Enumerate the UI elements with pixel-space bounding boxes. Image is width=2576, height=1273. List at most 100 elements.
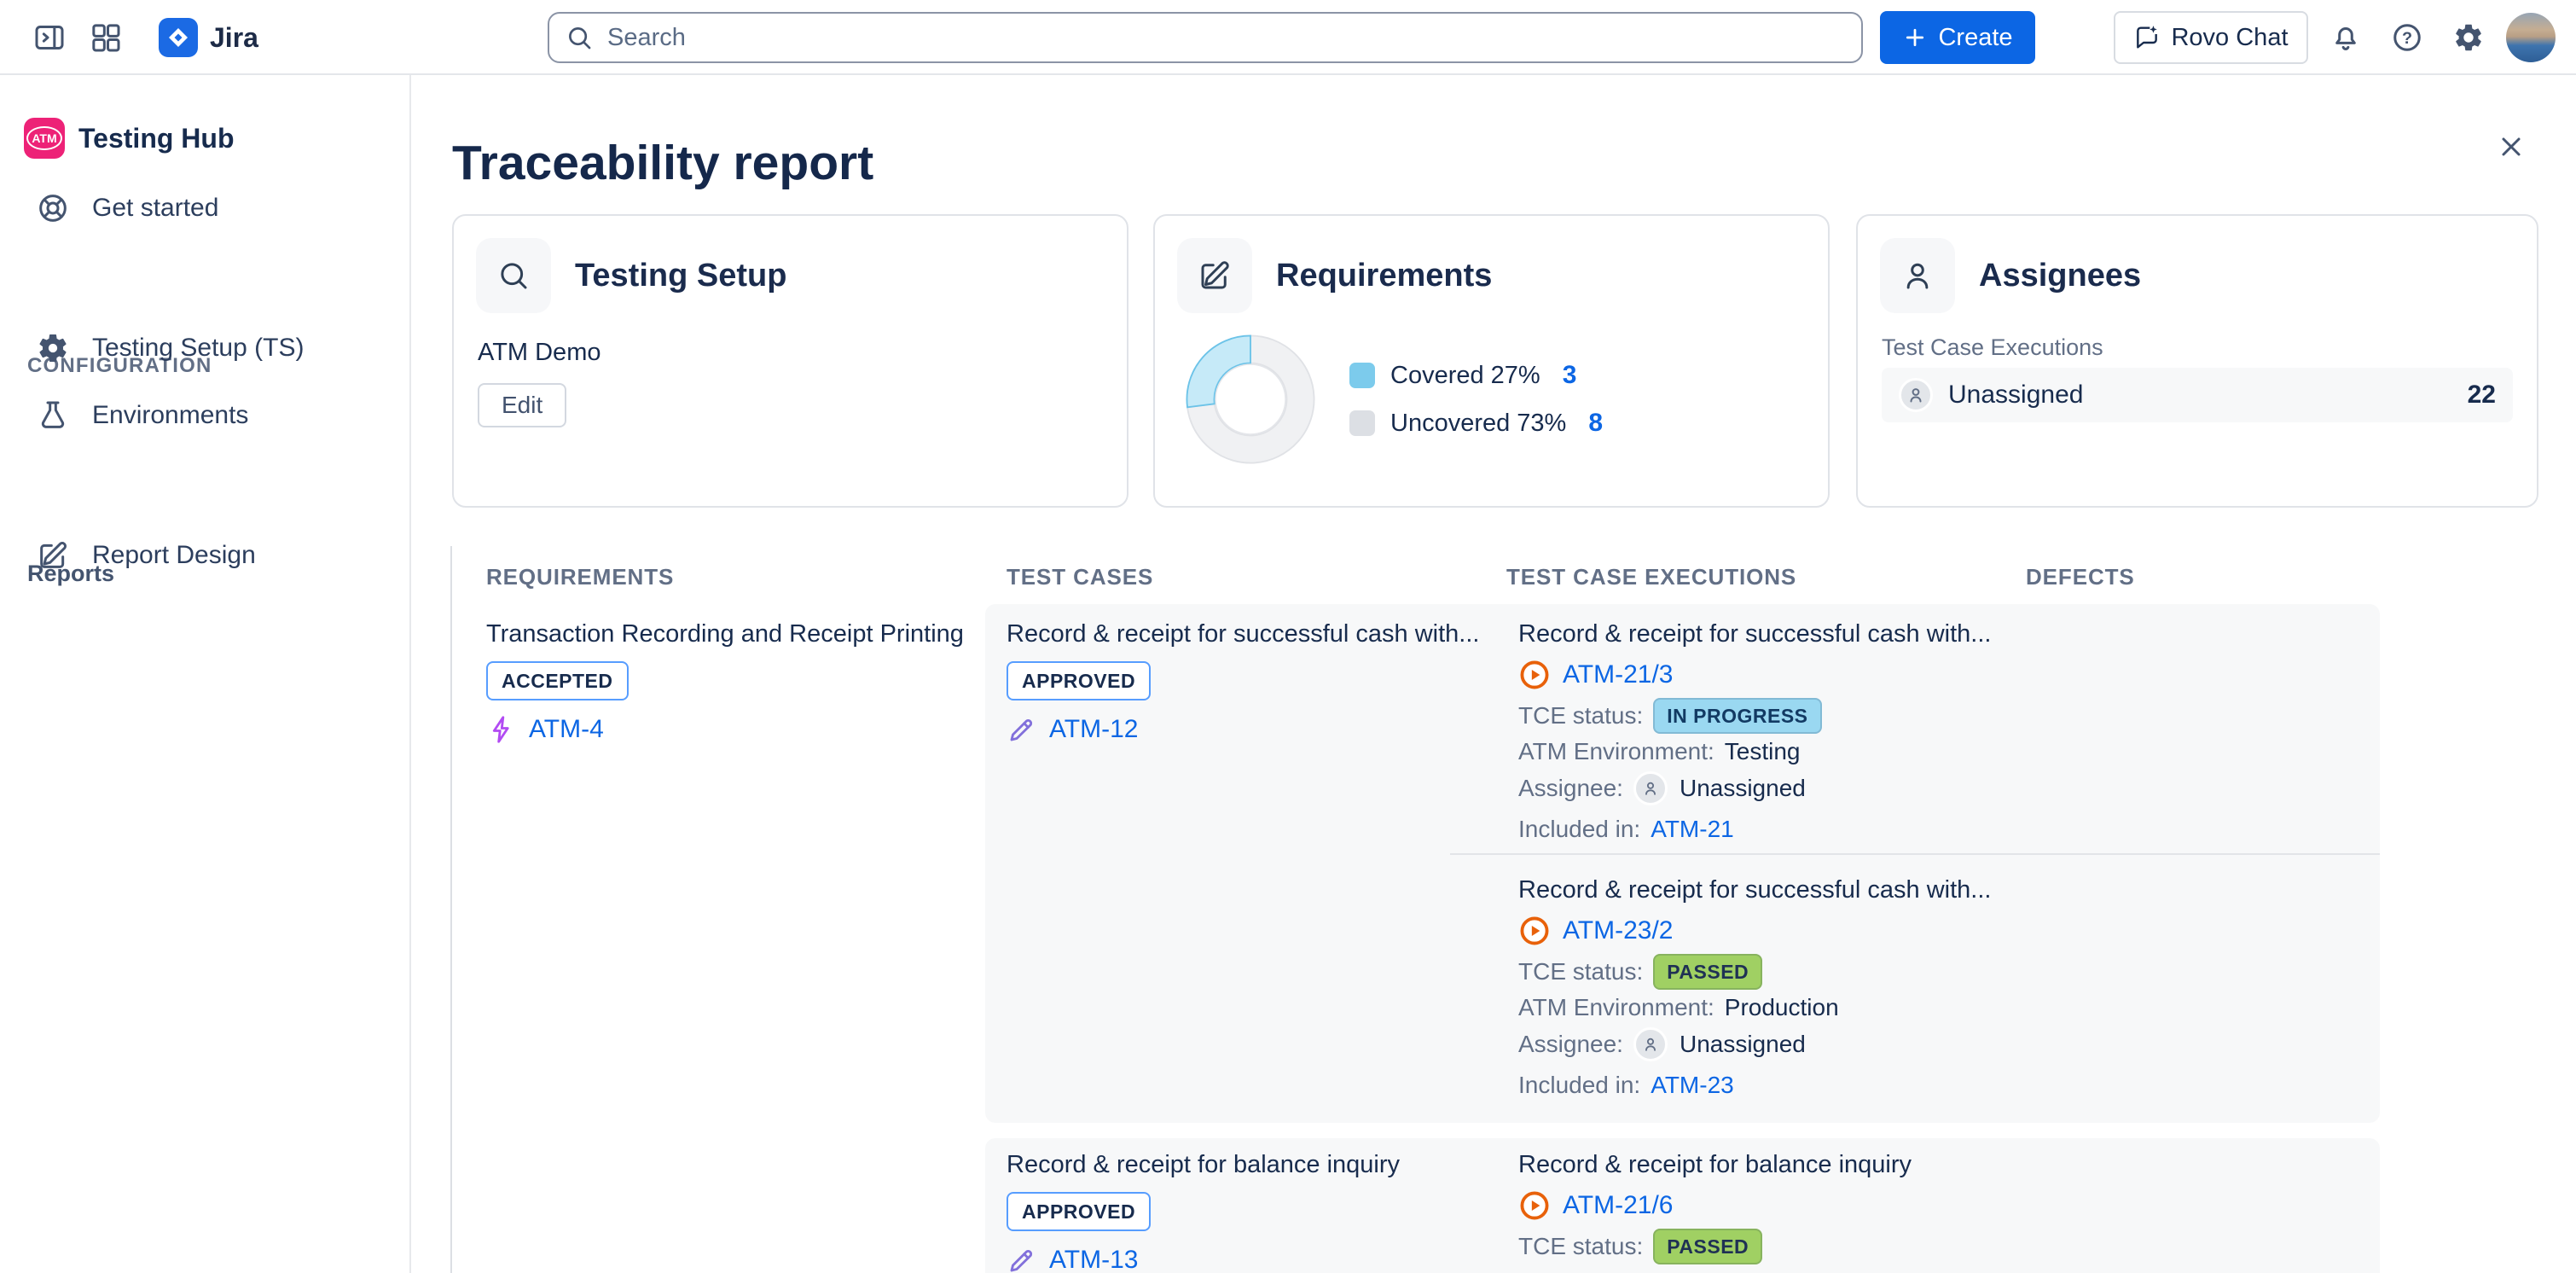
play-circle-icon (1518, 1189, 1551, 1222)
sidebar-item-testing-setup[interactable]: Testing Setup (TS) (0, 321, 409, 375)
sidebar-app-header: ATM Testing Hub (24, 118, 235, 159)
app-name: Testing Hub (78, 123, 235, 154)
uncovered-count-link[interactable]: 8 (1588, 409, 1603, 438)
assignee-count: 22 (2468, 381, 2496, 410)
page-title: Traceability report (452, 135, 873, 191)
execution-block: Record & receipt for balance inquiry ATM… (1518, 1149, 2363, 1273)
test-case-status-badge: APPROVED (1007, 1192, 1151, 1231)
help-icon[interactable]: ? (2387, 17, 2428, 58)
column-header-requirements: REQUIREMENTS (486, 561, 674, 592)
jira-testing-hub-app: Jira Create Rovo Chat (0, 0, 2576, 1273)
notifications-bell-icon[interactable] (2325, 17, 2366, 58)
execution-assignee-line: Assignee: Unassigned (1518, 1025, 2363, 1064)
edit-button[interactable]: Edit (478, 383, 566, 427)
product-name: Jira (210, 22, 258, 54)
requirement-cell: Transaction Recording and Receipt Printi… (486, 619, 977, 748)
table-left-border (450, 546, 452, 1273)
legend-row-covered: Covered 27% 3 (1349, 357, 1603, 394)
execution-status-line: TCE status: PASSED (1518, 1228, 2363, 1265)
sidebar-item-get-started[interactable]: Get started (0, 181, 409, 235)
edit-square-tile-icon (1177, 238, 1252, 313)
assignees-card-title: Assignees (1979, 238, 2141, 313)
testing-hub-app-icon: ATM (24, 118, 65, 159)
execution-title: Record & receipt for successful cash wit… (1518, 875, 2363, 905)
top-navbar: Jira Create Rovo Chat (0, 0, 2576, 75)
search-tile-icon (476, 238, 551, 313)
user-avatar[interactable] (2506, 13, 2556, 62)
execution-included-line: Included in: ATM-23 (1518, 1067, 2363, 1103)
included-in-link[interactable]: ATM-23 (1651, 1072, 1734, 1099)
test-case-cell: Record & receipt for successful cash wit… (1007, 619, 1488, 748)
test-case-title: Record & receipt for successful cash wit… (1007, 619, 1488, 649)
test-case-cell: Record & receipt for balance inquiry APP… (1007, 1149, 1488, 1273)
rovo-chat-button[interactable]: Rovo Chat (2114, 11, 2308, 64)
execution-separator (1450, 853, 2380, 855)
unassigned-avatar-icon (1633, 1027, 1668, 1061)
assignees-subtitle: Test Case Executions (1882, 334, 2103, 361)
execution-block: Record & receipt for successful cash wit… (1518, 875, 2363, 1103)
execution-key-row: ATM-21/3 (1518, 656, 2363, 694)
assignees-card: Assignees Test Case Executions Unassigne… (1856, 214, 2538, 508)
search-input[interactable] (548, 12, 1863, 63)
execution-assignee-line: Assignee: Unassigned (1518, 769, 2363, 808)
execution-block: Record & receipt for successful cash wit… (1518, 619, 2363, 847)
gear-icon (36, 331, 70, 365)
execution-environment-line: ATM Environment: Testing (1518, 735, 2363, 769)
requirements-card-title: Requirements (1276, 238, 1492, 313)
close-report-button[interactable] (2489, 125, 2533, 169)
test-case-key-link[interactable]: ATM-12 (1049, 715, 1138, 744)
execution-status-line: TCE status: PASSED (1518, 953, 2363, 991)
execution-title: Record & receipt for successful cash wit… (1518, 619, 2363, 649)
pencil-icon (1007, 1245, 1037, 1273)
requirement-key-link[interactable]: ATM-4 (529, 715, 604, 744)
jira-home-link[interactable]: Jira (159, 0, 258, 75)
sidebar-item-report-design[interactable]: Report Design (0, 528, 409, 583)
status-badge: PASSED (1653, 954, 1762, 990)
assignee-row-unassigned[interactable]: Unassigned 22 (1882, 368, 2513, 422)
execution-key-link[interactable]: ATM-21/6 (1563, 1191, 1673, 1220)
execution-environment-line: ATM Environment: Testing (1518, 1265, 2363, 1273)
legend-row-uncovered: Uncovered 73% 8 (1349, 404, 1603, 442)
requirement-key-row: ATM-4 (486, 711, 977, 748)
plus-icon (1902, 25, 1928, 50)
execution-key-link[interactable]: ATM-23/2 (1563, 916, 1673, 945)
coverage-donut-chart (1181, 329, 1320, 469)
execution-status-line: TCE status: IN PROGRESS (1518, 697, 2363, 735)
flask-icon (36, 398, 70, 433)
play-circle-icon (1518, 659, 1551, 691)
testing-setup-project: ATM Demo (478, 339, 600, 367)
jira-logo-icon (159, 18, 198, 57)
requirement-status-badge: ACCEPTED (486, 661, 629, 700)
testing-setup-card-title: Testing Setup (575, 238, 786, 313)
global-search (548, 12, 1863, 63)
execution-key-row: ATM-23/2 (1518, 912, 2363, 950)
status-badge: PASSED (1653, 1229, 1762, 1264)
sidebar-item-environments[interactable]: Environments (0, 388, 409, 443)
test-case-status-badge: APPROVED (1007, 661, 1151, 700)
column-header-test-cases: TEST CASES (1007, 561, 1153, 592)
execution-key-link[interactable]: ATM-21/3 (1563, 660, 1673, 689)
column-header-defects: DEFECTS (2026, 561, 2135, 592)
edit-square-icon (36, 538, 70, 573)
lightning-bolt-icon (486, 714, 517, 745)
status-badge: IN PROGRESS (1653, 698, 1821, 734)
execution-included-line: Included in: ATM-21 (1518, 811, 2363, 847)
execution-title: Record & receipt for balance inquiry (1518, 1149, 2363, 1180)
covered-count-link[interactable]: 3 (1563, 361, 1577, 390)
execution-environment-line: ATM Environment: Production (1518, 991, 2363, 1025)
app-switcher-icon[interactable] (85, 17, 126, 58)
settings-gear-icon[interactable] (2448, 17, 2489, 58)
requirements-card: Requirements Covered 27% 3 Uncovered 73%… (1153, 214, 1830, 508)
lifebuoy-icon (36, 191, 70, 225)
sidebar-collapse-icon[interactable] (29, 17, 70, 58)
included-in-link[interactable]: ATM-21 (1651, 816, 1734, 843)
execution-key-row: ATM-21/6 (1518, 1187, 2363, 1224)
close-icon (2496, 131, 2527, 162)
sidebar: ATM Testing Hub Get started CONFIGURATIO… (0, 75, 411, 1273)
requirement-title: Transaction Recording and Receipt Printi… (486, 619, 977, 649)
test-case-key-link[interactable]: ATM-13 (1049, 1246, 1138, 1273)
testing-setup-card: Testing Setup ATM Demo Edit (452, 214, 1128, 508)
create-button[interactable]: Create (1880, 11, 2035, 64)
coverage-legend: Covered 27% 3 Uncovered 73% 8 (1349, 357, 1603, 442)
test-case-key-row: ATM-13 (1007, 1241, 1488, 1273)
